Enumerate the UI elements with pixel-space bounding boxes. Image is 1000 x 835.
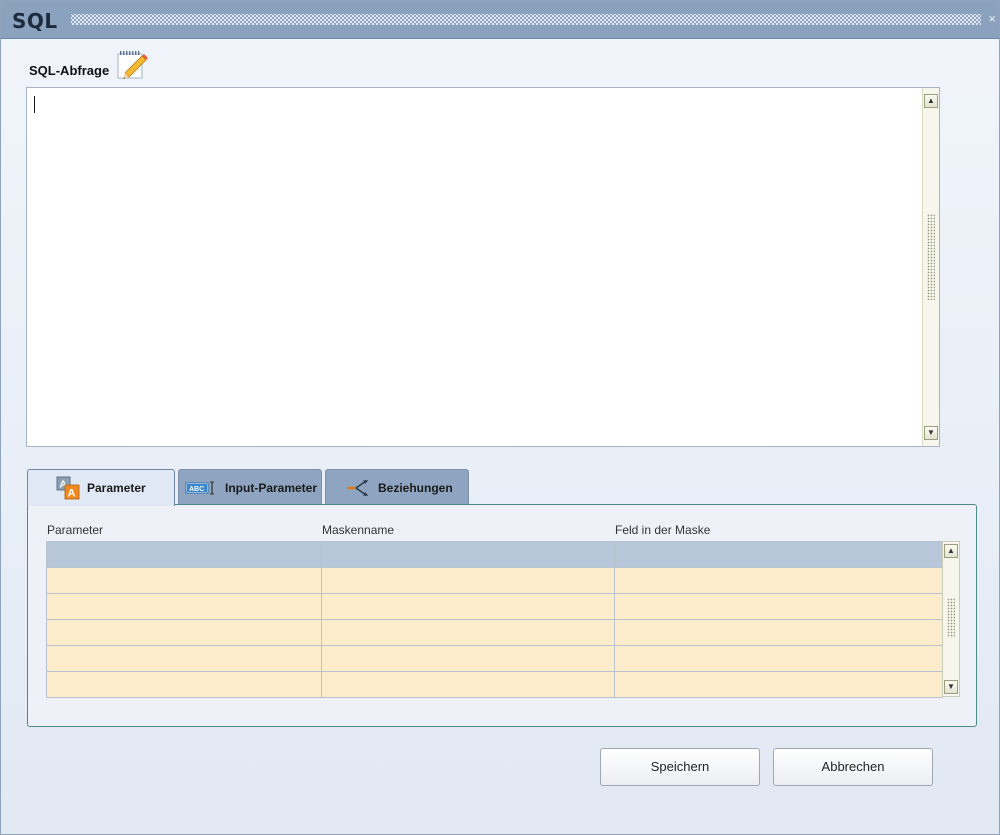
table-scrollbar[interactable]: ▲ ▼ xyxy=(942,541,960,697)
tab-parameter-label: Parameter xyxy=(87,481,146,495)
table-cell[interactable] xyxy=(46,645,322,672)
sql-dialog: SQL × SQL-Abfrage ▲ ▼ A A Parameter ABC … xyxy=(0,0,1000,835)
table-cell[interactable] xyxy=(321,593,615,620)
scroll-up-icon[interactable]: ▲ xyxy=(944,544,958,558)
parameter-panel: Parameter Maskenname Feld in der Maske ▲… xyxy=(27,504,977,727)
table-cell[interactable] xyxy=(321,671,615,698)
scroll-grip[interactable] xyxy=(927,214,935,300)
table-row[interactable] xyxy=(46,645,943,672)
table-cell[interactable] xyxy=(46,619,322,646)
table-cell[interactable] xyxy=(46,541,322,568)
column-header-feld[interactable]: Feld in der Maske xyxy=(615,523,710,537)
table-row[interactable] xyxy=(46,619,943,646)
sql-editor[interactable]: ▲ ▼ xyxy=(26,87,940,447)
table-cell[interactable] xyxy=(614,593,943,620)
text-parameter-icon: A A xyxy=(56,476,80,499)
tab-beziehungen-label: Beziehungen xyxy=(378,480,453,495)
scroll-down-icon[interactable]: ▼ xyxy=(944,680,958,694)
table-row[interactable] xyxy=(46,671,943,698)
relation-arrows-icon xyxy=(347,479,368,496)
svg-text:A: A xyxy=(68,487,76,499)
table-cell[interactable] xyxy=(614,567,943,594)
svg-text:ABC: ABC xyxy=(189,486,204,493)
table-cell[interactable] xyxy=(46,567,322,594)
table-cell[interactable] xyxy=(46,671,322,698)
table-cell[interactable] xyxy=(321,567,615,594)
column-header-maskenname[interactable]: Maskenname xyxy=(322,523,394,537)
title-bar[interactable]: SQL × xyxy=(1,1,999,39)
parameter-table xyxy=(46,541,943,698)
table-row[interactable] xyxy=(46,541,943,568)
table-row[interactable] xyxy=(46,567,943,594)
table-cell[interactable] xyxy=(614,619,943,646)
close-icon[interactable]: × xyxy=(988,11,996,26)
sql-query-input[interactable] xyxy=(27,88,923,446)
editor-scrollbar[interactable]: ▲ ▼ xyxy=(922,88,939,446)
scroll-grip[interactable] xyxy=(947,598,955,638)
tab-parameter[interactable]: A A Parameter xyxy=(27,469,175,506)
tab-input-parameter-label: Input-Parameter xyxy=(225,480,318,495)
scroll-up-icon[interactable]: ▲ xyxy=(924,94,938,108)
table-cell[interactable] xyxy=(321,541,615,568)
window-title: SQL xyxy=(12,9,58,33)
tab-input-parameter[interactable]: ABC Input-Parameter xyxy=(178,469,322,505)
table-cell[interactable] xyxy=(614,671,943,698)
column-header-parameter[interactable]: Parameter xyxy=(47,523,103,537)
table-row[interactable] xyxy=(46,593,943,620)
scroll-down-icon[interactable]: ▼ xyxy=(924,426,938,440)
save-button[interactable]: Speichern xyxy=(600,748,760,786)
title-bar-pattern xyxy=(71,14,981,25)
table-cell[interactable] xyxy=(614,645,943,672)
text-field-icon: ABC xyxy=(185,481,214,494)
table-cell[interactable] xyxy=(321,645,615,672)
cancel-button[interactable]: Abbrechen xyxy=(773,748,933,786)
table-cell[interactable] xyxy=(46,593,322,620)
notepad-pencil-icon xyxy=(117,51,148,79)
sql-query-label: SQL-Abfrage xyxy=(29,63,110,78)
table-cell[interactable] xyxy=(614,541,943,568)
tab-beziehungen[interactable]: Beziehungen xyxy=(325,469,469,505)
table-cell[interactable] xyxy=(321,619,615,646)
